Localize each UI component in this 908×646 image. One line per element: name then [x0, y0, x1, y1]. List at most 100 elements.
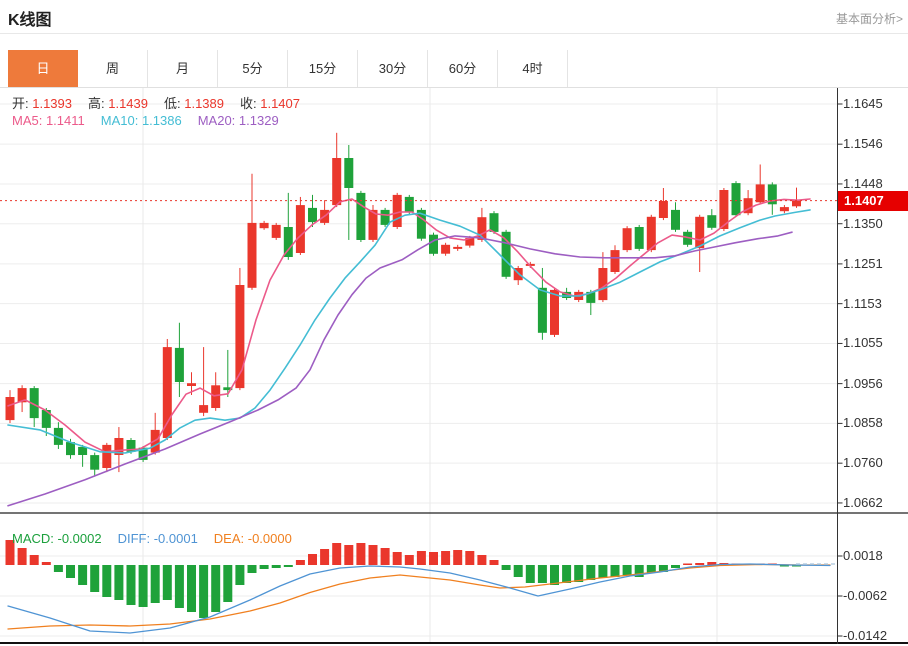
ma-item-1: MA10: 1.1386	[101, 113, 182, 128]
macd-bar	[526, 565, 535, 583]
ma-readout: MA5: 1.1411MA10: 1.1386MA20: 1.1329	[12, 113, 295, 128]
candle-body	[187, 383, 196, 386]
macd-bar	[114, 565, 123, 600]
ma-item-0: MA5: 1.1411	[12, 113, 85, 128]
price-axis-label: 1.0662	[843, 495, 905, 510]
macd-bar	[356, 543, 365, 565]
ma20-line	[8, 232, 792, 506]
current-price-tag: 1.1407	[838, 191, 908, 211]
macd-bar	[235, 565, 244, 585]
macd-bar	[611, 565, 620, 577]
macd-bar	[187, 565, 196, 612]
macd-bar	[550, 565, 559, 585]
macd-bar	[683, 564, 692, 566]
candle-body	[175, 348, 184, 382]
macd-bar	[538, 565, 547, 583]
ohlc-item-0: 开: 1.1393	[12, 96, 72, 111]
macd-bar	[477, 555, 486, 565]
tab-interval-4[interactable]: 15分	[288, 50, 358, 88]
candle-body	[695, 217, 704, 248]
macd-bar	[90, 565, 99, 592]
candle-body	[441, 245, 450, 254]
price-axis-label: 1.1153	[843, 296, 905, 311]
macd-bar	[502, 565, 511, 570]
ohlc-readout: 开: 1.1393 高: 1.1439 低: 1.1389 收: 1.1407	[12, 93, 316, 112]
ohlc-item-2: 低: 1.1389	[164, 96, 224, 111]
candle-body	[538, 288, 547, 333]
macd-bar	[393, 552, 402, 565]
candle-body	[405, 197, 414, 212]
macd-bar	[66, 565, 75, 578]
candle-body	[550, 290, 559, 335]
candle-body	[211, 385, 220, 408]
candle-body	[90, 455, 99, 470]
macd-bar	[453, 550, 462, 565]
candle-body	[732, 183, 741, 215]
tab-interval-3[interactable]: 5分	[218, 50, 288, 88]
macd-bar	[175, 565, 184, 608]
page-title: K线图	[8, 6, 52, 30]
candle-body	[429, 235, 438, 254]
macd-bar	[623, 565, 632, 575]
macd-axis-label: 0.0018	[843, 548, 905, 563]
tab-interval-6[interactable]: 60分	[428, 50, 498, 88]
macd-axis-label: -0.0142	[843, 628, 905, 643]
macd-bar	[405, 555, 414, 565]
candle-body	[490, 213, 499, 232]
candle-body	[635, 227, 644, 249]
price-axis-label: 1.0956	[843, 376, 905, 391]
macd-bar	[465, 551, 474, 565]
candle-body	[611, 250, 620, 272]
tab-interval-1[interactable]: 周	[78, 50, 148, 88]
macd-bar	[42, 562, 51, 565]
macd-bar	[78, 565, 87, 585]
tab-interval-5[interactable]: 30分	[358, 50, 428, 88]
interval-tabs: 日周月5分15分30分60分4时	[8, 50, 568, 88]
kline-widget: K线图 基本面分析> 日周月5分15分30分60分4时 开: 1.1393 高: …	[0, 0, 908, 646]
macd-bar	[211, 565, 220, 612]
macd-readout: MACD: -0.0002 DIFF: -0.0001 DEA: -0.0000	[12, 531, 308, 546]
macd-axis-label: -0.0062	[843, 588, 905, 603]
tab-interval-7[interactable]: 4时	[498, 50, 568, 88]
ohlc-item-3: 收: 1.1407	[240, 96, 300, 111]
macd-bar	[284, 565, 293, 567]
tab-interval-0[interactable]: 日	[8, 50, 78, 88]
ma10-line	[8, 210, 810, 453]
fundamental-analysis-link[interactable]: 基本面分析>	[836, 10, 903, 27]
macd-item-1: DIFF: -0.0001	[118, 531, 198, 546]
macd-bar	[199, 565, 208, 618]
macd-item-0: MACD: -0.0002	[12, 531, 102, 546]
title-divider	[0, 33, 908, 34]
tab-interval-2[interactable]: 月	[148, 50, 218, 88]
candle-body	[356, 193, 365, 240]
macd-bar	[344, 545, 353, 565]
macd-bar	[429, 552, 438, 565]
price-axis-label: 1.1055	[843, 335, 905, 350]
macd-bar	[417, 551, 426, 565]
macd-bar	[332, 543, 341, 565]
macd-item-2: DEA: -0.0000	[214, 531, 292, 546]
macd-bar	[163, 565, 172, 600]
macd-bar	[598, 565, 607, 578]
macd-bar	[562, 565, 571, 583]
candle-body	[707, 215, 716, 228]
price-axis-label: 1.1546	[843, 136, 905, 151]
candle-body	[659, 201, 668, 218]
candle-body	[344, 158, 353, 188]
kline-chart-canvas[interactable]	[0, 88, 908, 646]
macd-bar	[381, 548, 390, 565]
macd-bar	[586, 565, 595, 580]
candle-body	[502, 232, 511, 277]
ohlc-item-1: 高: 1.1439	[88, 96, 148, 111]
candle-body	[296, 205, 305, 253]
price-axis-label: 1.1448	[843, 176, 905, 191]
macd-bar	[223, 565, 232, 602]
candle-body	[623, 228, 632, 250]
candle-body	[308, 208, 317, 222]
macd-bar	[369, 545, 378, 565]
candle-body	[199, 405, 208, 413]
macd-bar	[127, 565, 136, 605]
candle-body	[163, 347, 172, 438]
candle-body	[453, 247, 462, 249]
macd-bar	[671, 565, 680, 568]
